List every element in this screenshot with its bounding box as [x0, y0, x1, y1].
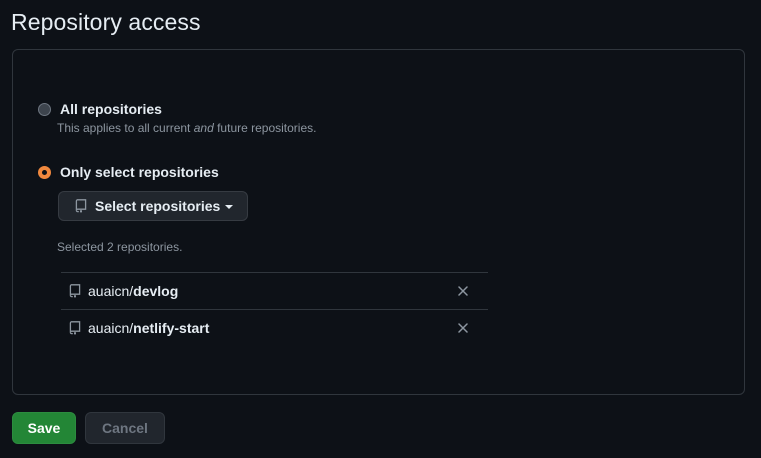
repo-icon: [69, 284, 81, 298]
triangle-down-icon: [225, 204, 234, 209]
cancel-button[interactable]: Cancel: [85, 412, 165, 444]
radio-only-select-repositories[interactable]: [38, 166, 51, 179]
remove-repository-button[interactable]: [456, 321, 470, 335]
option-only-select-label[interactable]: Only select repositories: [60, 164, 219, 180]
repo-icon: [69, 321, 81, 335]
close-icon: [458, 323, 468, 333]
radio-all-repositories[interactable]: [38, 103, 51, 116]
repository-row: auaicn/devlog: [61, 272, 488, 309]
select-repositories-button[interactable]: Select repositories: [58, 191, 248, 221]
option-all-repositories-label[interactable]: All repositories: [60, 101, 162, 117]
repository-row: auaicn/netlify-start: [61, 309, 488, 346]
repository-access-panel: All repositories This applies to all cur…: [12, 49, 745, 395]
selected-repository-list: auaicn/devlog auaicn/netlify-start: [61, 272, 488, 346]
repo-icon: [75, 199, 87, 213]
repository-name: auaicn/netlify-start: [88, 320, 210, 336]
save-button[interactable]: Save: [12, 412, 76, 444]
selected-count-text: Selected 2 repositories.: [57, 240, 183, 254]
close-icon: [458, 286, 468, 296]
remove-repository-button[interactable]: [456, 284, 470, 298]
page-title: Repository access: [11, 9, 201, 35]
select-repositories-label: Select repositories: [95, 198, 221, 214]
repository-name: auaicn/devlog: [88, 283, 179, 299]
option-all-repositories-description: This applies to all current and future r…: [57, 121, 317, 135]
